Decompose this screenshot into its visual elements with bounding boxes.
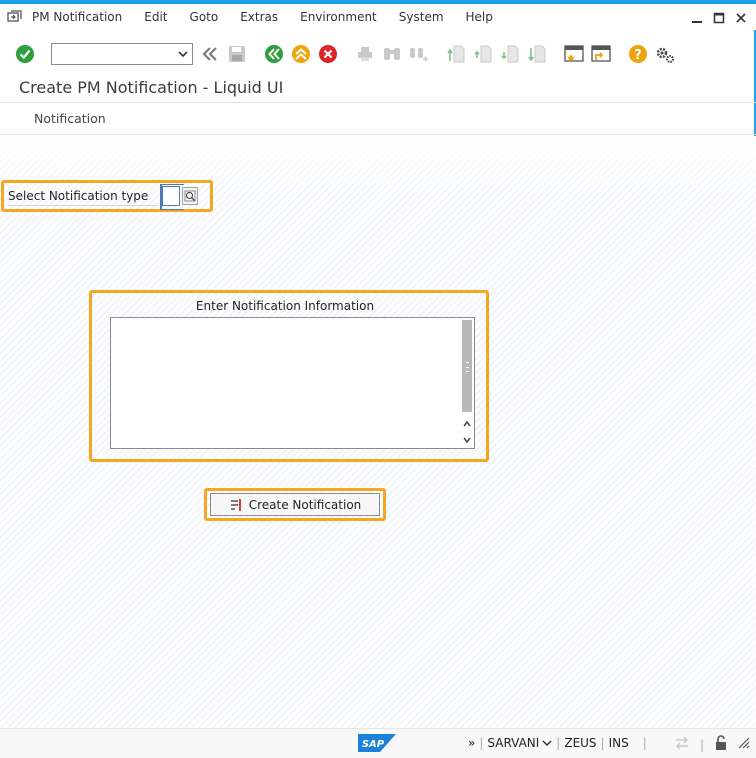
- window-controls: [686, 8, 752, 28]
- scroll-up-icon[interactable]: [462, 418, 472, 430]
- previous-page-icon: [472, 43, 494, 65]
- svg-text:?: ?: [634, 48, 642, 63]
- cancel-icon[interactable]: [317, 43, 339, 65]
- menu-extras[interactable]: Extras: [229, 10, 289, 24]
- status-right-icons: |: [674, 735, 750, 754]
- menu-icon[interactable]: [0, 10, 30, 24]
- double-chevron-right-icon[interactable]: »: [468, 736, 475, 750]
- exit-icon[interactable]: [290, 43, 312, 65]
- status-system: ZEUS: [564, 736, 597, 750]
- notification-type-input[interactable]: [160, 184, 184, 210]
- generate-shortcut-icon[interactable]: [590, 43, 612, 65]
- menu-pm-notification[interactable]: PM Notification: [30, 10, 133, 24]
- first-page-icon: [445, 43, 467, 65]
- notification-textarea[interactable]: [110, 317, 475, 449]
- find-icon: [381, 43, 403, 65]
- select-notification-type-label: Select Notification type: [8, 189, 158, 206]
- value-help-button[interactable]: [182, 187, 198, 205]
- command-field[interactable]: [51, 43, 193, 65]
- create-notification-button[interactable]: Create Notification: [210, 493, 380, 516]
- chevron-down-icon[interactable]: [542, 738, 552, 748]
- status-user[interactable]: SARVANI: [487, 736, 539, 750]
- tab-notification[interactable]: Notification: [34, 111, 106, 126]
- menu-edit[interactable]: Edit: [133, 10, 178, 24]
- gear-icon[interactable]: [654, 43, 676, 65]
- back-icon[interactable]: [263, 43, 285, 65]
- create-notification-label: Create Notification: [248, 497, 362, 512]
- next-page-icon: [499, 43, 521, 65]
- close-icon[interactable]: [730, 8, 752, 28]
- resize-grip-icon[interactable]: [738, 737, 750, 752]
- menu-help[interactable]: Help: [455, 10, 504, 24]
- status-mode[interactable]: INS: [609, 736, 629, 750]
- help-icon[interactable]: ?: [627, 43, 649, 65]
- double-chevron-left-icon[interactable]: [199, 43, 221, 65]
- status-bar: SAP » | SARVANI | ZEUS | INS | |: [0, 728, 756, 758]
- svg-text:SAP: SAP: [362, 739, 385, 750]
- menu-goto[interactable]: Goto: [179, 10, 230, 24]
- notification-text[interactable]: [111, 318, 461, 448]
- enter-check-icon[interactable]: [14, 43, 36, 65]
- transfer-icon: [674, 736, 690, 753]
- vertical-scrollbar[interactable]: [460, 318, 474, 448]
- last-page-icon: [526, 43, 548, 65]
- status-separator: |: [699, 737, 704, 752]
- page-title: Create PM Notification - Liquid UI: [19, 77, 284, 97]
- find-next-icon: [408, 43, 430, 65]
- status-info: » | SARVANI | ZEUS | INS |: [468, 736, 647, 750]
- chevron-down-icon[interactable]: [177, 46, 189, 65]
- menu-environment[interactable]: Environment: [289, 10, 388, 24]
- command-input[interactable]: [52, 44, 172, 64]
- menu-bar: PM Notification Edit Goto Extras Environ…: [0, 4, 756, 30]
- menu-system[interactable]: System: [388, 10, 455, 24]
- sap-logo: SAP: [358, 734, 396, 755]
- group-title: Enter Notification Information: [195, 299, 375, 313]
- scroll-grip-icon: [466, 362, 469, 372]
- lock-icon[interactable]: [714, 735, 728, 754]
- application-toolbar: Notification: [0, 102, 756, 135]
- save-icon: [226, 43, 248, 65]
- create-session-icon[interactable]: [563, 43, 585, 65]
- scroll-down-icon[interactable]: [462, 434, 472, 446]
- system-toolbar: ?: [0, 38, 756, 70]
- search-icon: [184, 190, 196, 202]
- minimize-icon[interactable]: [686, 8, 708, 28]
- create-notification-icon: [230, 498, 241, 511]
- print-icon: [354, 43, 376, 65]
- maximize-icon[interactable]: [708, 8, 730, 28]
- scroll-thumb[interactable]: [462, 320, 472, 412]
